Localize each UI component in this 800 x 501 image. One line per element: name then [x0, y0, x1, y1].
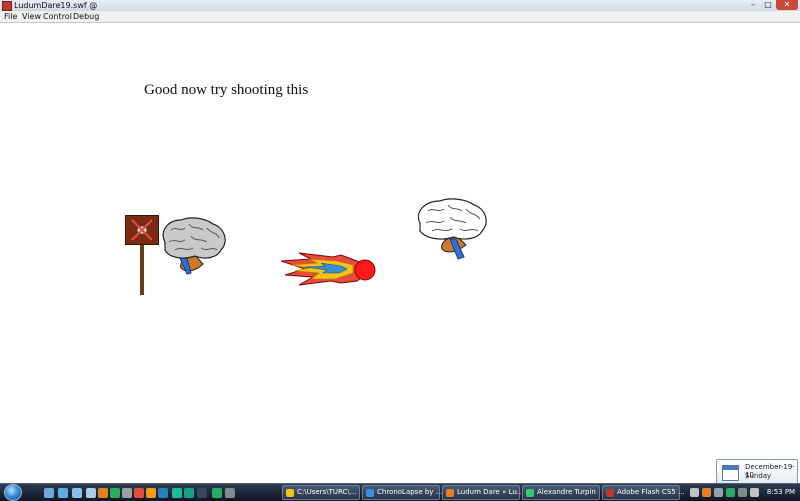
taskbar-item-explorer[interactable]: C:\Users\TURC\...	[282, 485, 360, 500]
close-button[interactable]: ✕	[776, 0, 798, 10]
minimize-button[interactable]: –	[746, 0, 760, 10]
menu-view[interactable]: View	[22, 11, 41, 22]
brain-target	[417, 198, 487, 260]
calendar-icon	[722, 465, 739, 481]
quicklaunch-icon[interactable]	[172, 488, 182, 498]
firefox-icon[interactable]	[98, 488, 108, 498]
chronolapse-icon	[366, 489, 374, 497]
brain-gray	[162, 217, 226, 275]
show-desktop-icon[interactable]	[44, 488, 54, 498]
quicklaunch-icon[interactable]	[122, 488, 132, 498]
menu-file[interactable]: File	[4, 11, 17, 22]
taskbar-clock[interactable]: 8:53 PM	[766, 484, 796, 501]
quicklaunch-icon[interactable]	[146, 488, 156, 498]
quicklaunch-icon[interactable]	[86, 488, 96, 498]
sign-board	[125, 215, 159, 245]
fireball-projectile	[281, 252, 376, 286]
instruction-text: Good now try shooting this	[144, 82, 309, 98]
volume-icon[interactable]	[750, 488, 759, 497]
sign-post	[140, 242, 144, 295]
no-brain-icon	[131, 219, 153, 241]
menu-control[interactable]: Control	[43, 11, 72, 22]
maximize-button[interactable]: □	[761, 0, 775, 10]
quicklaunch-icon[interactable]	[225, 488, 235, 498]
flash-icon	[606, 489, 614, 497]
tooltip-day: Sunday	[745, 472, 772, 480]
quicklaunch-icon[interactable]	[197, 488, 207, 498]
taskbar-item-chronolapse[interactable]: ChronoLapse by ...	[362, 485, 442, 500]
quicklaunch-icon[interactable]	[184, 488, 194, 498]
taskbar-item-chat[interactable]: Alexandre Turpin	[522, 485, 600, 500]
app-icon	[2, 1, 12, 11]
game-stage[interactable]: Good now try shooting this	[0, 23, 800, 483]
quicklaunch-icon[interactable]	[158, 488, 168, 498]
tray-icon[interactable]	[702, 488, 711, 497]
menu-debug[interactable]: Debug	[73, 11, 99, 22]
network-icon[interactable]	[738, 488, 747, 497]
window-switcher-icon[interactable]	[58, 488, 68, 498]
taskbar: C:\Users\TURC\... ChronoLapse by ... Lud…	[0, 483, 800, 501]
chat-icon	[526, 489, 534, 497]
quicklaunch-icon[interactable]	[110, 488, 120, 498]
tray-icon[interactable]	[714, 488, 723, 497]
filezilla-icon[interactable]	[134, 488, 144, 498]
menu-bar: File View Control Debug	[0, 11, 800, 23]
start-button[interactable]	[4, 484, 22, 501]
firefox-icon	[446, 489, 454, 497]
taskbar-item-firefox[interactable]: Ludum Dare » Lu...	[442, 485, 523, 500]
date-tooltip: December-19-10 Sunday	[716, 459, 798, 485]
tray-arrow-icon[interactable]	[690, 488, 699, 497]
taskbar-item-flash[interactable]: Adobe Flash CS5 ...	[602, 485, 685, 500]
quicklaunch-icon[interactable]	[72, 488, 82, 498]
window-title: LudumDare19.swf @	[14, 1, 98, 10]
tray-icon[interactable]	[726, 488, 735, 497]
quicklaunch-icon[interactable]	[212, 488, 222, 498]
folder-icon	[286, 489, 294, 497]
